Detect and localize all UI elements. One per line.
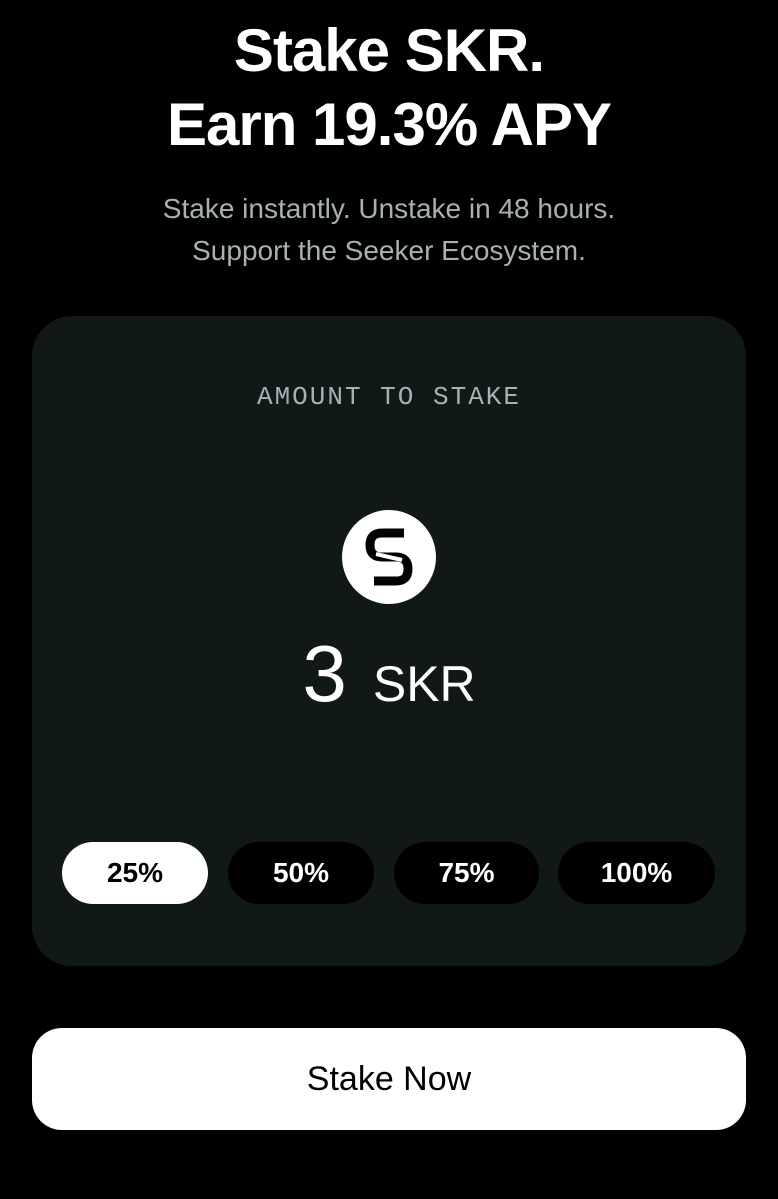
- percent-50-button[interactable]: 50%: [228, 842, 374, 904]
- stake-amount-display[interactable]: 3 SKR: [0, 628, 778, 720]
- stake-now-button[interactable]: Stake Now: [32, 1028, 746, 1130]
- percent-75-button[interactable]: 75%: [394, 842, 539, 904]
- amount-unit: SKR: [372, 656, 476, 712]
- title-line-1: Stake SKR.: [233, 17, 545, 84]
- amount-to-stake-label: AMOUNT TO STAKE: [256, 382, 522, 412]
- subtitle-line-2: Support the Seeker Ecosystem.: [192, 235, 586, 266]
- percent-25-button[interactable]: 25%: [62, 842, 208, 904]
- page-title: Stake SKR. Earn 19.3% APY: [0, 14, 778, 162]
- percent-100-button[interactable]: 100%: [558, 842, 715, 904]
- title-line-2: Earn 19.3% APY: [167, 91, 612, 158]
- stake-now-label: Stake Now: [306, 1059, 472, 1098]
- amount-value: 3: [302, 629, 347, 718]
- subtitle-line-1: Stake instantly. Unstake in 48 hours.: [162, 193, 616, 224]
- skr-token-icon: [342, 510, 436, 604]
- page-subtitle: Stake instantly. Unstake in 48 hours. Su…: [0, 188, 778, 272]
